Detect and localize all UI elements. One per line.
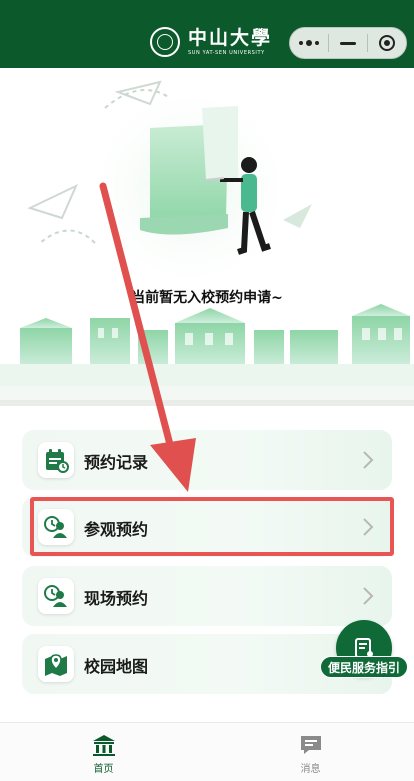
- miniprogram-capsule: [289, 27, 407, 59]
- university-seal-icon: [150, 27, 180, 57]
- target-close-icon: [379, 35, 395, 51]
- menu-item-onsite-reservation[interactable]: 现场预约: [22, 566, 392, 626]
- empty-state-banner: 当前暂无入校预约申请~: [0, 68, 414, 400]
- logo-chinese-text: 中山大學: [188, 26, 273, 49]
- service-guide-button[interactable]: 便民服务指引: [320, 620, 410, 680]
- top-navigation-bar: 中山大學 SUN YAT-SEN UNIVERSITY: [0, 0, 414, 68]
- minimize-button[interactable]: [329, 28, 367, 58]
- tab-label: 消息: [300, 764, 321, 775]
- person-clock-icon: [38, 578, 74, 614]
- tab-label: 首页: [93, 764, 114, 775]
- logo-english-text: SUN YAT-SEN UNIVERSITY: [188, 49, 265, 56]
- chevron-right-icon: [363, 587, 374, 605]
- more-dots-icon: [299, 40, 319, 46]
- bottom-tab-bar: 首页 消息: [0, 722, 414, 781]
- chevron-right-icon: [363, 451, 374, 469]
- message-icon: [300, 736, 321, 754]
- highlight-box: [30, 497, 394, 556]
- menu-item-reservation-records[interactable]: 预约记录: [22, 430, 392, 490]
- empty-state-illustration: [0, 78, 414, 400]
- section-divider: [0, 400, 414, 406]
- minus-icon: [340, 41, 356, 45]
- menu-item-label: 校园地图: [84, 657, 149, 676]
- tab-messages[interactable]: 消息: [207, 723, 414, 781]
- more-button[interactable]: [290, 28, 328, 58]
- tab-home[interactable]: 首页: [0, 723, 207, 781]
- map-pin-icon: [38, 646, 74, 682]
- menu-item-label: 预约记录: [84, 453, 149, 472]
- calendar-clock-icon: [38, 442, 74, 478]
- menu-item-label: 现场预约: [84, 589, 149, 608]
- empty-state-message: 当前暂无入校预约申请~: [131, 290, 283, 306]
- service-guide-label: 便民服务指引: [320, 656, 408, 678]
- home-building-icon: [92, 735, 115, 756]
- university-logo: 中山大學 SUN YAT-SEN UNIVERSITY: [150, 27, 272, 57]
- close-miniprogram-button[interactable]: [368, 28, 406, 58]
